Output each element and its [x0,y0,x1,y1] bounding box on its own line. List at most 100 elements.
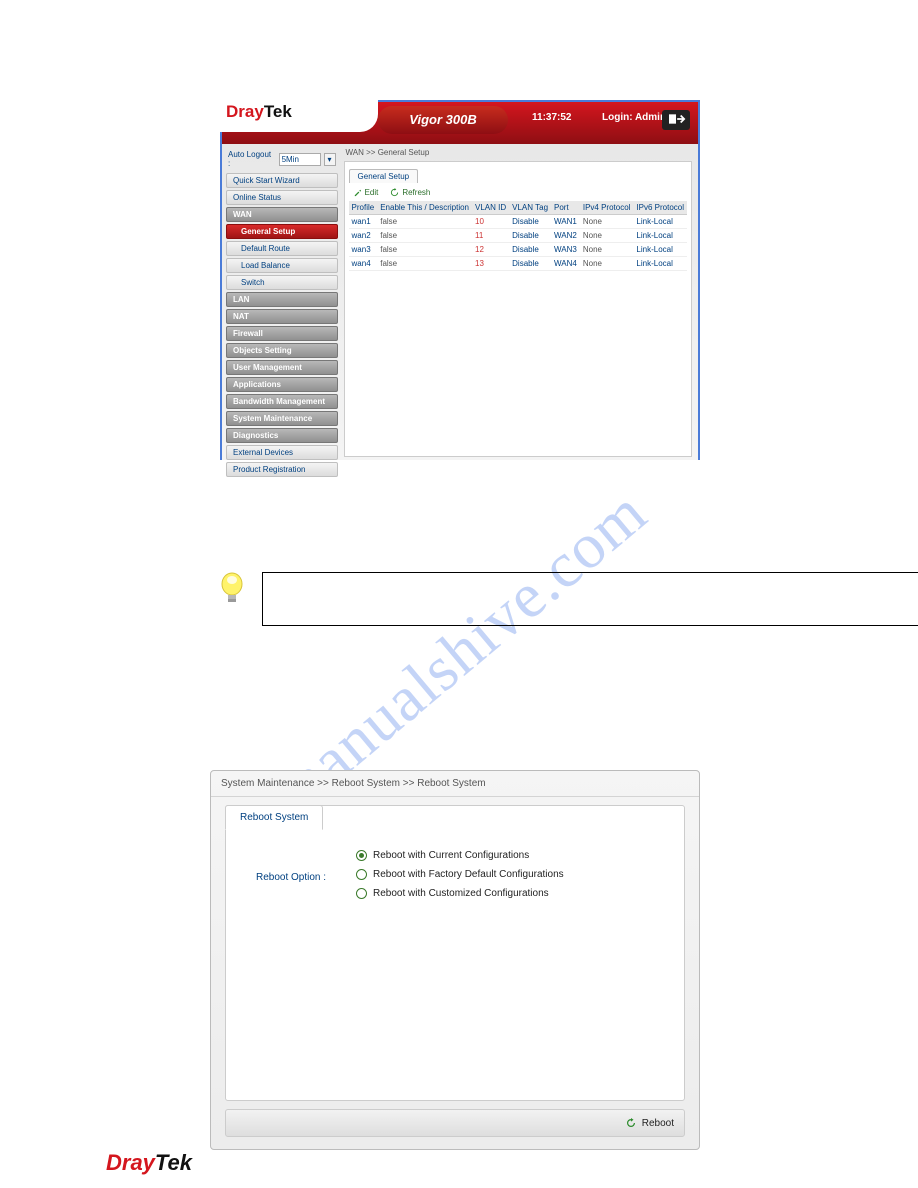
main-area: WAN >> General Setup General Setup Edit … [342,144,698,460]
table-row[interactable]: wan4false13DisableWAN4NoneLink-Local [349,257,687,271]
tab-general-setup[interactable]: General Setup [349,169,419,183]
nav-switch[interactable]: Switch [226,275,338,290]
table-row[interactable]: wan1false10DisableWAN1NoneLink-Local [349,215,687,229]
header-time: 11:37:52 [532,112,571,123]
tab-reboot-system[interactable]: Reboot System [225,805,323,830]
nav-bandwidth-management[interactable]: Bandwidth Management [226,394,338,409]
radio-icon [356,850,367,861]
cell-profile: wan1 [349,215,378,229]
footer-brand-b: Tek [155,1150,192,1175]
reboot-options: Reboot with Current Configurations Reboot… [356,850,564,907]
reboot-icon [625,1117,637,1129]
nav-user-management[interactable]: User Management [226,360,338,375]
nav-objects-setting[interactable]: Objects Setting [226,343,338,358]
cell-profile: wan2 [349,229,378,243]
cell-enable: false [377,243,472,257]
refresh-button[interactable]: Refresh [390,188,430,197]
nav-firewall[interactable]: Firewall [226,326,338,341]
col-header: Profile [349,201,378,215]
cell-enable: false [377,215,472,229]
logout-button[interactable] [662,110,690,130]
brand-b: Tek [264,102,292,121]
logout-icon [666,112,686,126]
header-bar: DrayTek Vigor 300B 11:37:52 Login: Admin [222,102,698,144]
cell-ipv6: Link-Local [633,257,687,271]
reboot-option-text: Reboot with Factory Default Configuratio… [373,869,564,880]
sidebar-nav: Quick Start Wizard Online Status WAN Genera… [226,173,338,477]
cell-enable: false [377,229,472,243]
cell-port: WAN3 [551,243,580,257]
cell-vlanid: 10 [472,215,509,229]
cell-vlanid: 11 [472,229,509,243]
cell-profile: wan4 [349,257,378,271]
cell-ipv4: None [580,229,634,243]
auto-logout-select[interactable]: 5Min [279,153,321,166]
edit-button[interactable]: Edit [353,188,379,197]
cell-vlanid: 13 [472,257,509,271]
footer-logo: DrayTek [106,1150,192,1176]
radio-icon [356,888,367,899]
table-row[interactable]: wan3false12DisableWAN3NoneLink-Local [349,243,687,257]
col-header: VLAN Tag [509,201,551,215]
footer-brand-a: Dray [106,1150,155,1175]
reboot-option-2[interactable]: Reboot with Customized Configurations [356,888,564,899]
nav-default-route[interactable]: Default Route [226,241,338,256]
cell-ipv6: Link-Local [633,215,687,229]
sidebar: Auto Logout : 5Min ▾ Quick Start Wizard O… [222,144,342,460]
reboot-breadcrumb: System Maintenance >> Reboot System >> R… [211,771,699,797]
cell-ipv4: None [580,215,634,229]
cell-vlantag: Disable [509,215,551,229]
model-badge: Vigor 300B [378,106,508,134]
auto-logout-label: Auto Logout : [228,150,276,168]
note-box [262,572,918,626]
cell-ipv4: None [580,257,634,271]
table-header-row: ProfileEnable This / DescriptionVLAN IDV… [349,201,687,215]
col-header: IPv4 Protocol [580,201,634,215]
nav-lan[interactable]: LAN [226,292,338,307]
table-row[interactable]: wan2false11DisableWAN2NoneLink-Local [349,229,687,243]
nav-general-setup[interactable]: General Setup [226,224,338,239]
nav-diagnostics[interactable]: Diagnostics [226,428,338,443]
col-header: Port [551,201,580,215]
cell-ipv4: None [580,243,634,257]
nav-external-devices[interactable]: External Devices [226,445,338,460]
nav-quick-start-wizard[interactable]: Quick Start Wizard [226,173,338,188]
cell-ipv6: Link-Local [633,243,687,257]
edit-icon [353,188,362,197]
brand-logo: DrayTek [216,96,378,132]
cell-port: WAN1 [551,215,580,229]
nav-applications[interactable]: Applications [226,377,338,392]
nav-wan[interactable]: WAN [226,207,338,222]
reboot-option-1[interactable]: Reboot with Factory Default Configuratio… [356,869,564,880]
auto-logout-dropdown-icon[interactable]: ▾ [324,153,336,166]
cell-port: WAN2 [551,229,580,243]
nav-load-balance[interactable]: Load Balance [226,258,338,273]
nav-system-maintenance[interactable]: System Maintenance [226,411,338,426]
reboot-panel: Reboot System Reboot Option : Reboot wit… [225,805,685,1101]
nav-product-registration[interactable]: Product Registration [226,462,338,477]
reboot-option-text: Reboot with Current Configurations [373,850,529,861]
cell-port: WAN4 [551,257,580,271]
header-login: Login: Admin [602,112,666,123]
radio-icon [356,869,367,880]
nav-online-status[interactable]: Online Status [226,190,338,205]
breadcrumb: WAN >> General Setup [344,146,692,161]
reboot-option-0[interactable]: Reboot with Current Configurations [356,850,564,861]
reboot-option-label: Reboot Option : [256,872,326,883]
col-header: VLAN ID [472,201,509,215]
content-panel: General Setup Edit Refresh ProfileEnable… [344,161,692,457]
refresh-icon [390,188,399,197]
col-header: Enable This / Description [377,201,472,215]
toolbar: Edit Refresh [345,184,691,201]
table-body: wan1false10DisableWAN1NoneLink-Localwan2… [349,215,687,271]
cell-vlantag: Disable [509,243,551,257]
refresh-label: Refresh [402,188,430,197]
cell-enable: false [377,257,472,271]
brand-a: Dray [226,102,264,121]
reboot-button[interactable]: Reboot [642,1118,674,1129]
tab-row: General Setup [345,162,691,184]
nav-nat[interactable]: NAT [226,309,338,324]
reboot-footer: Reboot [225,1109,685,1137]
edit-label: Edit [365,188,379,197]
cell-vlantag: Disable [509,229,551,243]
